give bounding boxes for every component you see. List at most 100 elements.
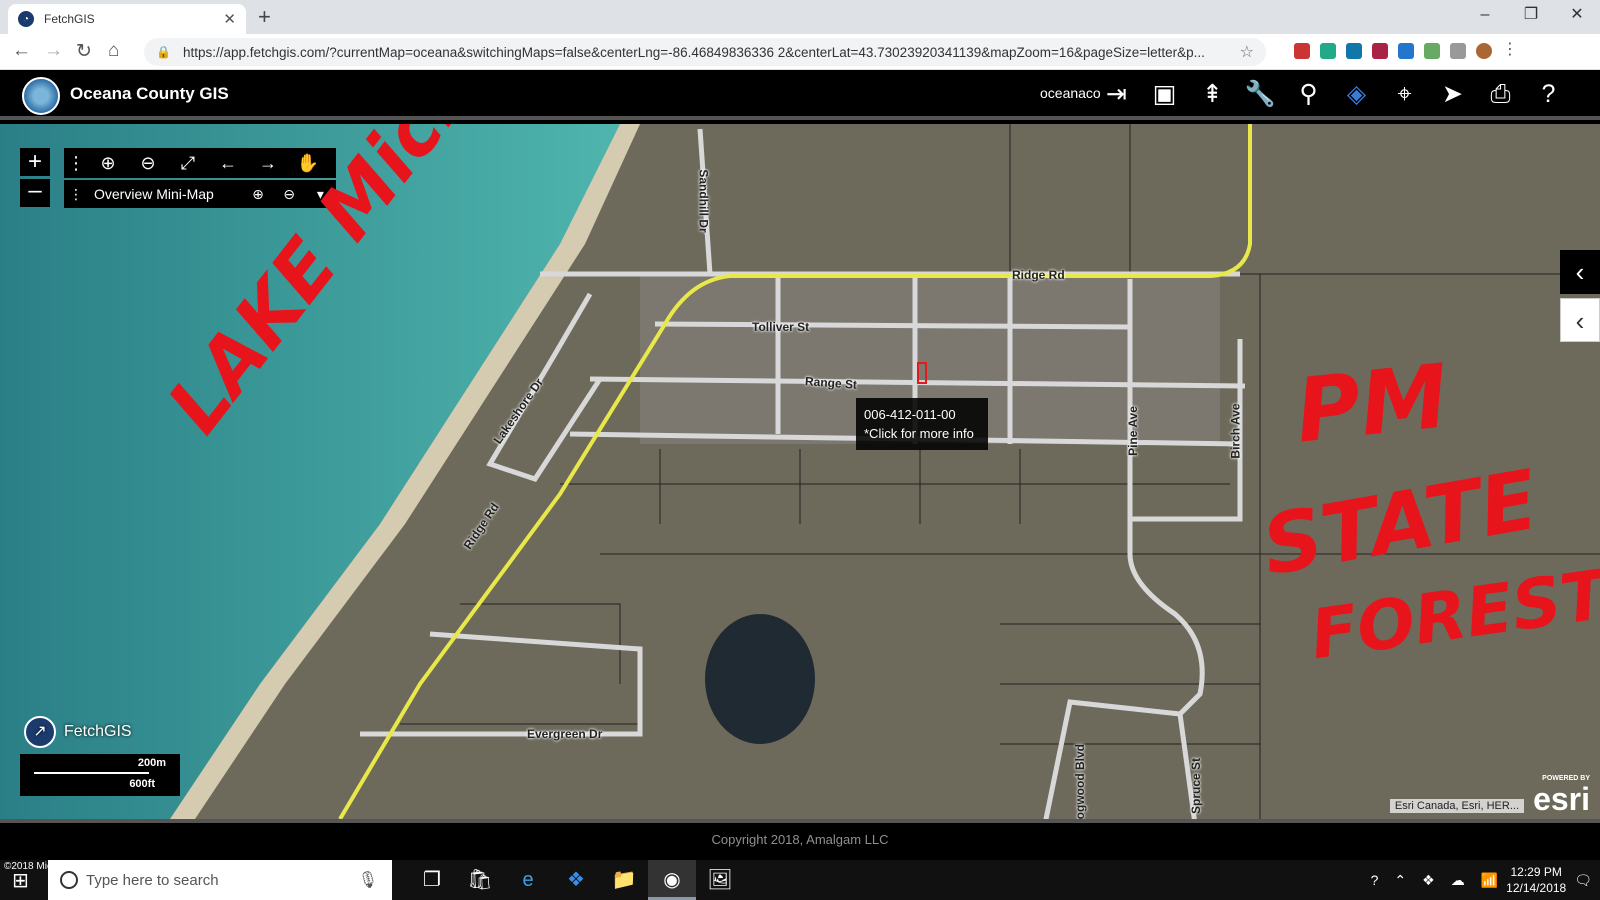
print-icon[interactable]: ⎙ bbox=[1484, 78, 1517, 111]
parcel-tooltip[interactable]: 006-412-011-00 *Click for more info bbox=[856, 398, 988, 450]
store-icon[interactable]: 🛍 bbox=[456, 860, 504, 900]
zoom-out-button[interactable]: – bbox=[20, 179, 50, 207]
back-icon[interactable]: ← bbox=[12, 40, 31, 62]
esri-wordmark: esri bbox=[1533, 781, 1590, 817]
restore-button[interactable]: ❐ bbox=[1508, 0, 1554, 30]
location-icon[interactable]: ⌖ bbox=[1388, 78, 1421, 111]
minimap-zoom-in-icon[interactable]: ⊕ bbox=[242, 186, 273, 203]
wifi-icon[interactable]: 📶 bbox=[1481, 872, 1498, 889]
reload-icon[interactable]: ↻ bbox=[76, 40, 92, 63]
taskbar-search[interactable]: Type here to search 🎙 bbox=[48, 860, 392, 900]
qr-extension-icon[interactable] bbox=[1372, 43, 1388, 59]
profile-avatar[interactable] bbox=[1476, 43, 1492, 59]
road-label-sandhill: Sandhill Dr bbox=[696, 169, 711, 233]
clock[interactable]: 12:29 PM 12/14/2018 bbox=[1506, 864, 1566, 896]
selected-parcel[interactable] bbox=[917, 362, 927, 384]
onedrive-icon[interactable]: ☁ bbox=[1451, 872, 1465, 889]
wrench-icon[interactable]: 🔧 bbox=[1244, 78, 1277, 111]
full-extent-icon[interactable]: ⤢ bbox=[168, 153, 208, 174]
app-title: Oceana County GIS bbox=[70, 84, 229, 103]
map-imagery bbox=[0, 124, 1600, 819]
minimap-menu-icon[interactable]: ⋮ bbox=[64, 186, 88, 203]
hp-extension-icon[interactable] bbox=[1346, 43, 1362, 59]
parcel-more-info: *Click for more info bbox=[864, 426, 974, 441]
file-explorer-icon[interactable]: 📁 bbox=[600, 860, 648, 900]
evernote-extension-icon[interactable] bbox=[1320, 43, 1336, 59]
browser-tabstrip: ◔ FetchGIS ✕ + – ❐ ✕ bbox=[0, 0, 1600, 34]
fetchgis-logo-icon: ↗ bbox=[24, 716, 56, 748]
cortana-icon bbox=[60, 871, 78, 889]
browser-toolbar: ← → ↻ ⌂ 🔒 https://app.fetchgis.com/?curr… bbox=[0, 34, 1600, 70]
windows-taskbar: ⊞ Type here to search 🎙 ❐ 🛍 e ❖ 📁 ◉ 🖼 ? … bbox=[0, 860, 1600, 900]
copyright-text: Copyright 2018, Amalgam LLC bbox=[711, 832, 889, 847]
send-icon[interactable]: ➤ bbox=[1436, 78, 1469, 111]
scale-metric: 200m bbox=[137, 757, 166, 769]
overview-minimap-label[interactable]: Overview Mini-Map bbox=[94, 186, 242, 202]
layers-icon[interactable]: ◈ bbox=[1340, 78, 1373, 111]
window-controls: – ❐ ✕ bbox=[1462, 0, 1600, 30]
road-label-dogwood: Dogwood Blvd bbox=[1073, 744, 1087, 819]
tray-chevron-icon[interactable]: ⌃ bbox=[1394, 872, 1406, 889]
minimize-button[interactable]: – bbox=[1462, 0, 1508, 30]
task-view-icon[interactable]: ❐ bbox=[408, 860, 456, 900]
edge-icon[interactable]: e bbox=[504, 860, 552, 900]
taskbar-search-placeholder: Type here to search bbox=[86, 871, 219, 889]
menu-dots-icon[interactable]: ⋮ bbox=[1502, 42, 1518, 59]
zoom-in-tool-icon[interactable]: ⊕ bbox=[88, 153, 128, 174]
download-extension-icon[interactable] bbox=[1424, 43, 1440, 59]
photos-icon[interactable]: 🖼 bbox=[696, 860, 744, 900]
help-tray-icon[interactable]: ? bbox=[1371, 872, 1379, 888]
scale-bar: 200m 600ft bbox=[20, 754, 180, 796]
county-seal-logo bbox=[22, 77, 60, 115]
dropbox-tray-icon[interactable]: ❖ bbox=[1422, 872, 1435, 889]
bookmark-star-icon[interactable]: ☆ bbox=[1240, 42, 1254, 62]
pan-hand-icon[interactable]: ✋ bbox=[288, 153, 328, 174]
search-icon[interactable]: ⚲ bbox=[1292, 78, 1325, 111]
road-label-spruce: Spruce St bbox=[1189, 757, 1204, 815]
dropbox-extension-icon[interactable] bbox=[1398, 43, 1414, 59]
zoom-in-button[interactable]: + bbox=[20, 148, 50, 176]
address-bar[interactable]: 🔒 https://app.fetchgis.com/?currentMap=o… bbox=[144, 38, 1266, 66]
map-canvas[interactable]: + – ⋮ ⊕ ⊖ ⤢ ← → ✋ ⋮ Overview Mini-Map ⊕ … bbox=[0, 124, 1600, 819]
expand-panel-button[interactable]: ‹ bbox=[1560, 298, 1600, 342]
directions-icon[interactable]: ⇞ bbox=[1196, 78, 1229, 111]
chrome-icon[interactable]: ◉ bbox=[648, 860, 696, 900]
road-label-evergreen: Evergreen Dr bbox=[527, 727, 603, 741]
road-label-ridge: Ridge Rd bbox=[1012, 268, 1065, 282]
forward-icon[interactable]: → bbox=[44, 40, 63, 62]
next-extent-icon[interactable]: → bbox=[248, 153, 288, 174]
tools-menu-icon[interactable]: ⋮ bbox=[64, 153, 88, 174]
url-text: https://app.fetchgis.com/?currentMap=oce… bbox=[182, 44, 1205, 60]
new-tab-button[interactable]: + bbox=[258, 4, 271, 30]
app-toolbar: ⇥ ▣ ⇞ 🔧 ⚲ ◈ ⌖ ➤ ⎙ ? bbox=[1100, 78, 1565, 111]
home-icon[interactable]: ⌂ bbox=[108, 40, 119, 62]
close-window-button[interactable]: ✕ bbox=[1554, 0, 1600, 30]
clock-date: 12/14/2018 bbox=[1506, 881, 1567, 895]
annotation-pm: PM bbox=[1291, 344, 1454, 463]
sign-in-icon[interactable]: ⇥ bbox=[1100, 78, 1133, 111]
parcel-id: 006-412-011-00 bbox=[864, 407, 956, 422]
scale-imperial: 600ft bbox=[129, 778, 155, 790]
previous-extent-icon[interactable]: ← bbox=[208, 153, 248, 174]
esri-logo: POWERED BY esri bbox=[1533, 775, 1590, 815]
close-tab-icon[interactable]: ✕ bbox=[223, 10, 236, 28]
road-label-pine: Pine Ave bbox=[1125, 406, 1140, 456]
pdf-extension-icon[interactable] bbox=[1294, 43, 1310, 59]
collapse-panel-button[interactable]: ‹ bbox=[1560, 250, 1600, 294]
microphone-icon[interactable]: 🎙 bbox=[358, 870, 378, 890]
tab-title: FetchGIS bbox=[44, 12, 95, 26]
map-tools-bar: ⋮ ⊕ ⊖ ⤢ ← → ✋ bbox=[64, 148, 336, 178]
contact-icon[interactable]: ▣ bbox=[1148, 78, 1181, 111]
fetchgis-favicon-icon: ◔ bbox=[18, 11, 34, 27]
browser-tab[interactable]: ◔ FetchGIS ✕ bbox=[8, 4, 246, 34]
clock-time: 12:29 PM bbox=[1510, 865, 1562, 879]
dropbox-icon[interactable]: ❖ bbox=[552, 860, 600, 900]
zoom-out-tool-icon[interactable]: ⊖ bbox=[128, 153, 168, 174]
username: oceanaco bbox=[1040, 85, 1101, 101]
fetchgis-brand-text: FetchGIS bbox=[64, 723, 132, 740]
help-icon[interactable]: ? bbox=[1532, 78, 1565, 111]
notifications-icon[interactable]: 🗨 bbox=[1574, 872, 1592, 889]
app-footer: Copyright 2018, Amalgam LLC bbox=[0, 819, 1600, 859]
map-attribution[interactable]: Esri Canada, Esri, HER... bbox=[1389, 799, 1524, 813]
misc-extension-icon[interactable] bbox=[1450, 43, 1466, 59]
